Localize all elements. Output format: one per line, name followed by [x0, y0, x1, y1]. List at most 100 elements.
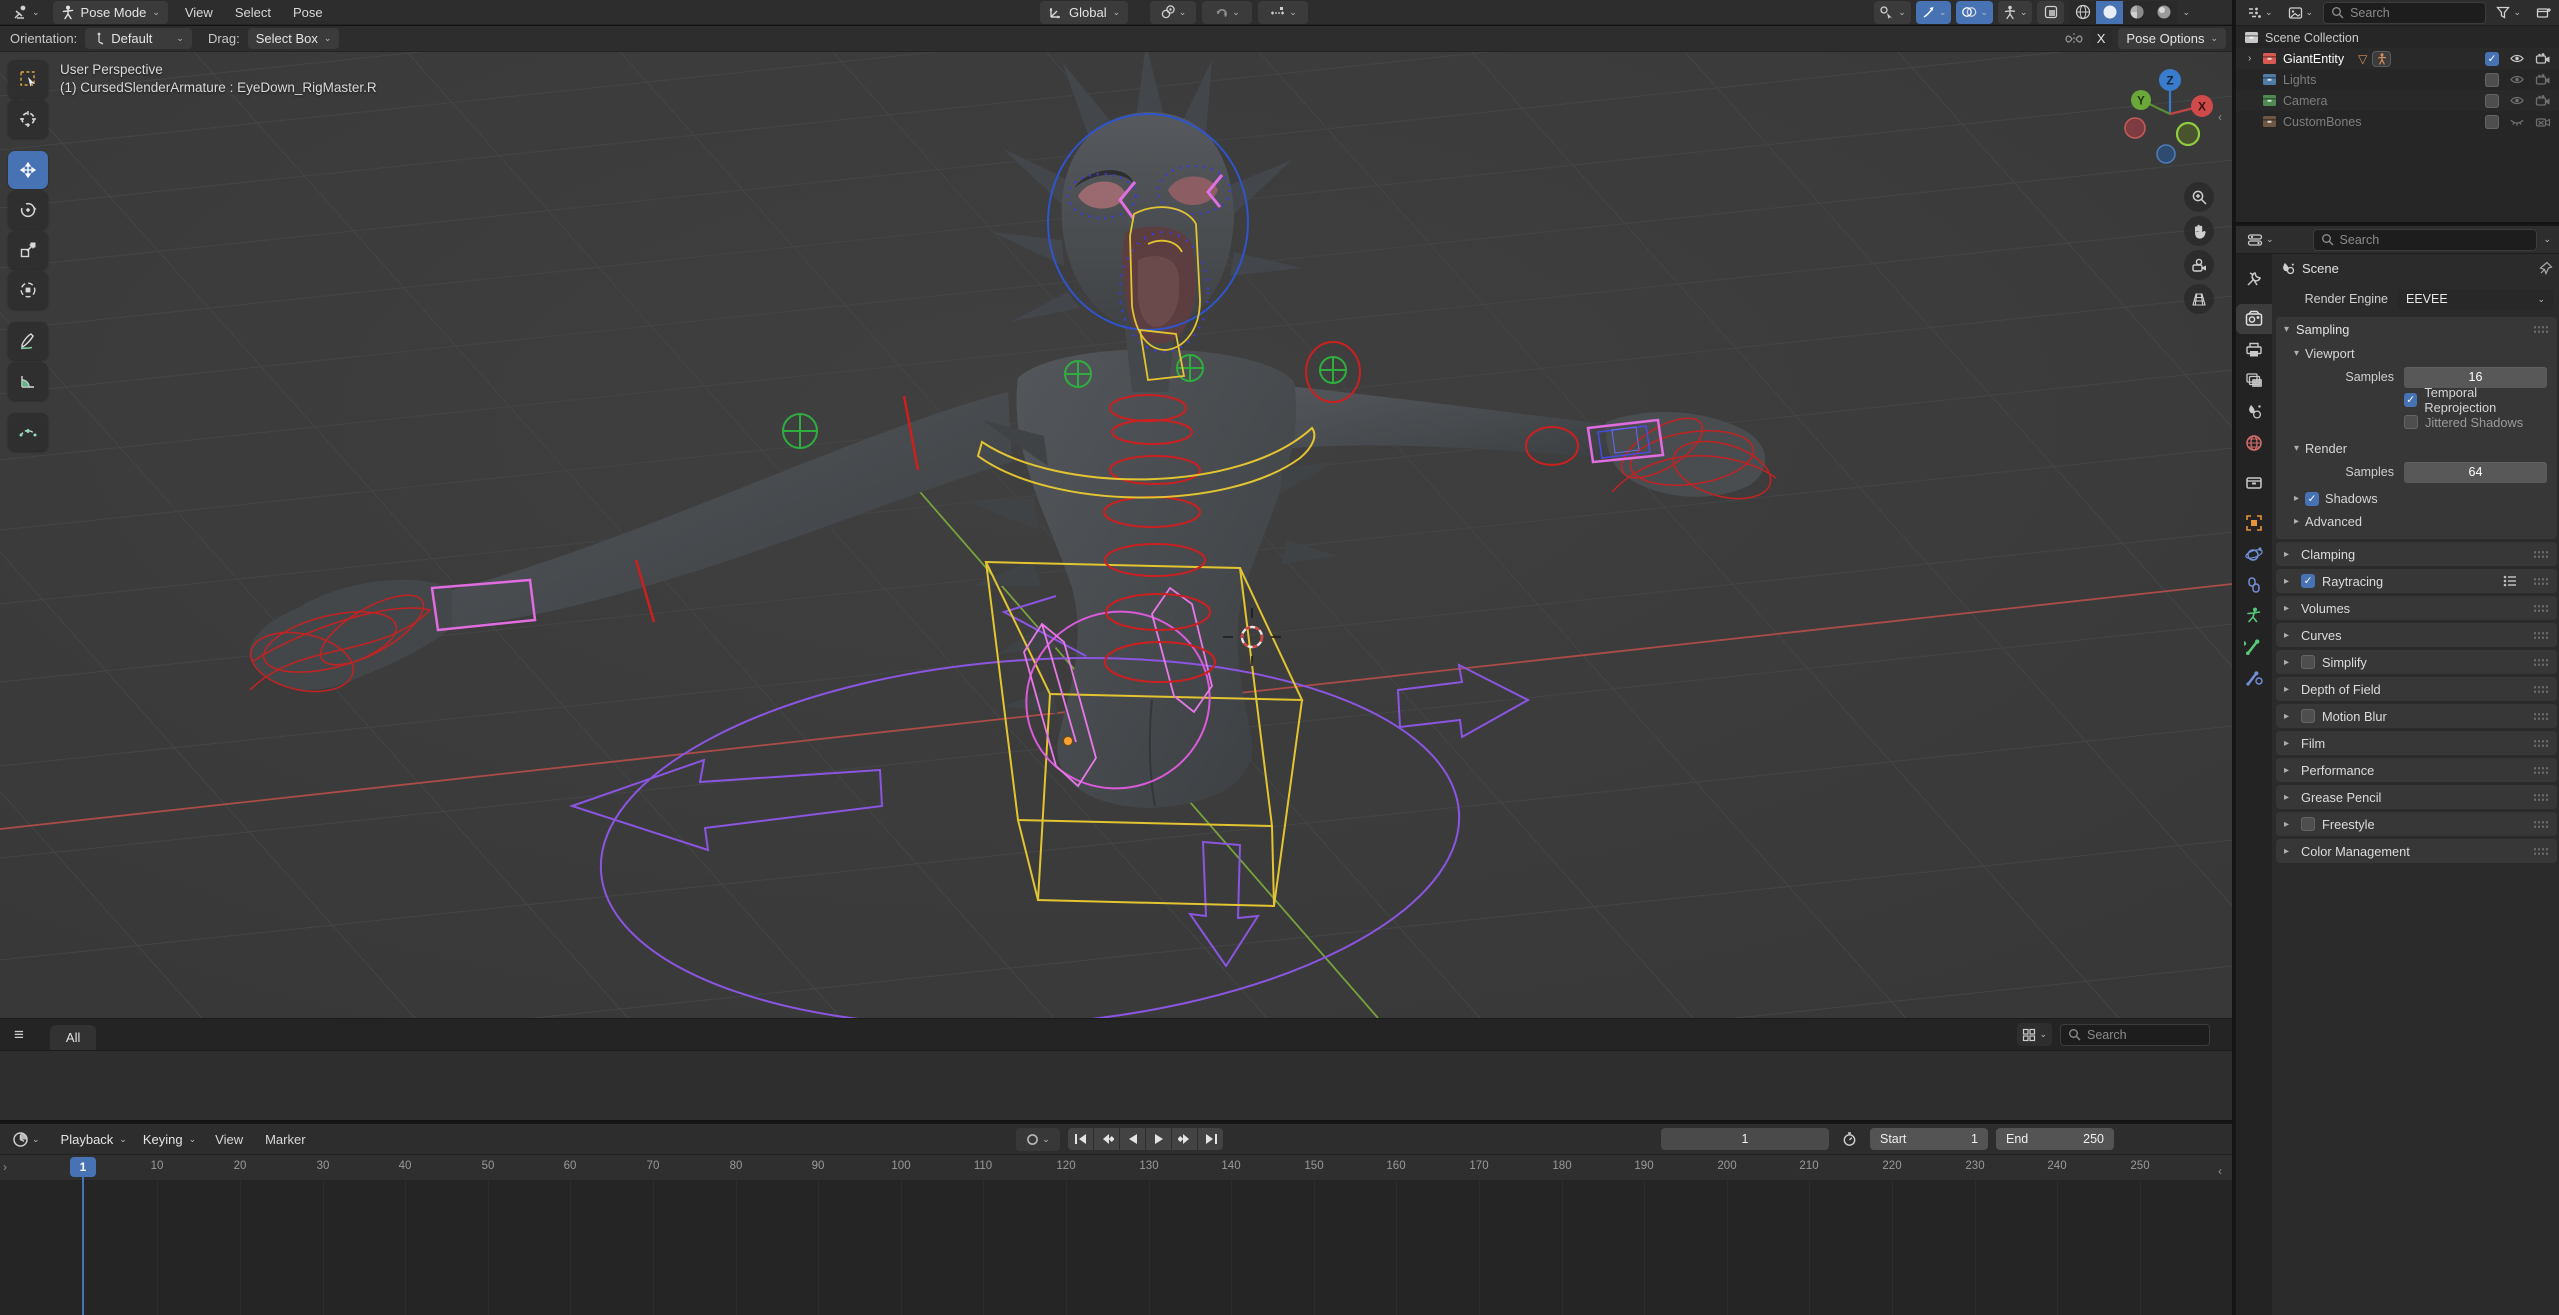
panel-drag-handle[interactable]: [2533, 549, 2549, 559]
asset-search-input[interactable]: Search: [2060, 1023, 2210, 1046]
panel-checkbox[interactable]: [2301, 817, 2315, 831]
camera-icon[interactable]: [2535, 73, 2551, 86]
tab-output[interactable]: [2236, 335, 2272, 365]
armature-xray-dropdown[interactable]: ⌄: [1997, 0, 2033, 24]
camera-icon[interactable]: [2535, 52, 2551, 65]
key-prev-button[interactable]: [1094, 1128, 1119, 1150]
tool-select-box[interactable]: [8, 60, 48, 98]
orientation-default-dropdown[interactable]: Default ⌄: [85, 28, 192, 49]
panel-freestyle[interactable]: ▸ Freestyle: [2276, 812, 2557, 836]
outliner-filter-image-dropdown[interactable]: ⌄: [2283, 1, 2319, 24]
transform-orientation-dropdown[interactable]: Global ⌄: [1040, 0, 1129, 24]
playback-dropdown[interactable]: Playback ⌄: [53, 1128, 135, 1151]
tab-collection[interactable]: [2236, 468, 2272, 498]
sidebar-collapse-arrow[interactable]: ‹: [2218, 110, 2222, 124]
drag-dropdown[interactable]: Select Box ⌄: [247, 28, 340, 49]
tool-scale[interactable]: [8, 231, 48, 269]
subpanel-advanced-header[interactable]: ▸ Advanced: [2276, 510, 2557, 533]
exclude-checkbox[interactable]: [2485, 114, 2499, 129]
render-samples-field[interactable]: 64: [2404, 461, 2547, 483]
expand-arrow[interactable]: ›: [2248, 53, 2251, 64]
camera-icon[interactable]: [2535, 94, 2551, 107]
outliner-filter-dropdown[interactable]: ⌄: [2491, 1, 2526, 24]
playhead-badge[interactable]: 1: [70, 1157, 96, 1177]
tab-tool[interactable]: [2236, 264, 2272, 294]
eye-icon[interactable]: [2509, 94, 2525, 107]
breadcrumb-scene[interactable]: Scene: [2302, 261, 2339, 276]
panel-drag-handle[interactable]: [2533, 325, 2549, 334]
tool-rotate[interactable]: [8, 191, 48, 229]
panel-color-management[interactable]: ▸ Color Management: [2276, 839, 2557, 863]
outliner-item-label[interactable]: Camera: [2283, 94, 2327, 108]
outliner-display-mode-dropdown[interactable]: ⌄: [2242, 1, 2278, 24]
jittered-shadows-checkbox[interactable]: [2404, 415, 2418, 429]
tool-move[interactable]: [8, 151, 48, 189]
menu-marker[interactable]: Marker: [254, 1124, 316, 1154]
tab-view-layer[interactable]: [2236, 366, 2272, 396]
panel-drag-handle[interactable]: [2533, 603, 2549, 613]
panel-clamping[interactable]: ▸ Clamping: [2276, 542, 2557, 566]
eye-closed-icon[interactable]: [2509, 115, 2525, 128]
outliner-row-scene collection[interactable]: Scene Collection: [2236, 27, 2559, 48]
auto-keying-toggle[interactable]: ⌄: [1016, 1127, 1060, 1151]
camera-off-icon[interactable]: [2535, 115, 2551, 128]
toggle-ortho-button[interactable]: [2184, 284, 2214, 314]
panel-volumes[interactable]: ▸ Volumes: [2276, 596, 2557, 620]
preview-range-toggle[interactable]: [1837, 1128, 1862, 1151]
viewport-canvas[interactable]: User Perspective (1) CursedSlenderArmatu…: [0, 52, 2232, 1018]
tool-pose-breakdowner[interactable]: [8, 413, 48, 451]
xray-toggle[interactable]: [2037, 0, 2065, 24]
exclude-checkbox[interactable]: [2485, 93, 2499, 108]
asset-shelf-body[interactable]: [0, 1050, 2232, 1120]
pan-view-button[interactable]: [2184, 216, 2214, 246]
key-next-button[interactable]: [1172, 1128, 1197, 1150]
tab-object[interactable]: [2236, 508, 2272, 538]
panel-drag-handle[interactable]: [2533, 738, 2549, 748]
jump-first-button[interactable]: [1068, 1128, 1093, 1150]
show-overlays-toggle[interactable]: ⌄: [1956, 0, 1993, 24]
panel-drag-handle[interactable]: [2533, 684, 2549, 694]
editor-type-button[interactable]: ⌄: [7, 1, 45, 24]
tab-bone-constraint[interactable]: [2236, 663, 2272, 693]
temporal-reprojection-checkbox[interactable]: ✓: [2404, 393, 2418, 407]
current-frame-field[interactable]: 1: [1661, 1128, 1829, 1150]
shading-solid-button[interactable]: [2096, 0, 2124, 24]
panel-simplify[interactable]: ▸ Simplify: [2276, 650, 2557, 674]
panel-depth-of-field[interactable]: ▸ Depth of Field: [2276, 677, 2557, 701]
new-collection-button[interactable]: [2531, 1, 2557, 24]
outliner-row-lights[interactable]: Lights: [2236, 69, 2559, 90]
timeline-channel-expand-arrow[interactable]: ›: [3, 1160, 7, 1174]
zoom-view-button[interactable]: [2184, 182, 2214, 212]
navigation-gizmo[interactable]: Z Y X: [2108, 62, 2228, 172]
tab-render[interactable]: [2236, 304, 2272, 334]
tab-bone[interactable]: [2236, 632, 2272, 662]
object-visibility-dropdown[interactable]: ⌄: [1874, 0, 1911, 24]
panel-drag-handle[interactable]: [2533, 630, 2549, 640]
shading-dropdown[interactable]: ⌄: [2182, 7, 2190, 17]
eye-icon[interactable]: [2509, 73, 2525, 86]
eye-icon[interactable]: [2509, 52, 2525, 65]
subpanel-render-header[interactable]: ▾ Render: [2276, 437, 2557, 460]
tool-cursor[interactable]: [8, 100, 48, 138]
panel-checkbox[interactable]: [2301, 709, 2315, 723]
shading-wireframe-button[interactable]: [2069, 1, 2096, 24]
panel-curves[interactable]: ▸ Curves: [2276, 623, 2557, 647]
subpanel-shadows-header[interactable]: ▸ ✓ Shadows: [2276, 487, 2557, 510]
tab-scene[interactable]: [2236, 397, 2272, 427]
outliner-item-label[interactable]: GiantEntity: [2283, 52, 2344, 66]
tool-transform[interactable]: [8, 271, 48, 309]
panel-drag-handle[interactable]: [2533, 711, 2549, 721]
outliner-item-label[interactable]: CustomBones: [2283, 115, 2362, 129]
mode-dropdown[interactable]: Pose Mode ⌄: [52, 0, 168, 24]
exclude-checkbox[interactable]: [2485, 72, 2499, 87]
jump-last-button[interactable]: [1198, 1128, 1223, 1150]
tab-physics[interactable]: [2236, 539, 2272, 569]
mirror-x-toggle[interactable]: X: [2089, 28, 2113, 49]
outliner-row-giantentity[interactable]: › GiantEntity ▽ ✓: [2236, 48, 2559, 69]
shading-rendered-button[interactable]: [2150, 1, 2177, 24]
exclude-checkbox[interactable]: ✓: [2485, 51, 2499, 66]
timeline-collapse-arrow[interactable]: ‹: [2218, 1164, 2222, 1178]
panel-drag-handle[interactable]: [2533, 792, 2549, 802]
menu-pose[interactable]: Pose: [282, 0, 334, 24]
subpanel-viewport-header[interactable]: ▾ Viewport: [2276, 342, 2557, 365]
